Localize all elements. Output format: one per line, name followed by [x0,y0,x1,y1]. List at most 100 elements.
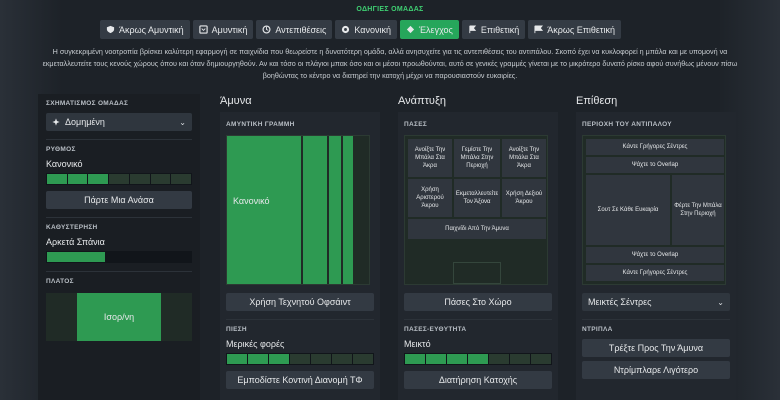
directness-slider[interactable] [404,353,552,365]
mentality-label: Άκρως Αμυντική [119,24,184,35]
tempo-slider[interactable] [46,173,192,185]
timewasting-slider[interactable] [46,251,192,263]
divider [46,217,192,218]
width-pitch[interactable]: Ισορ/νη [46,293,192,341]
slider-segment [489,354,509,364]
slider-segment [332,354,352,364]
team-settings-panel: ΣΧΗΜΑΤΙΣΜΟΣ ΟΜΑΔΑΣ Δομημένη ⌄ ΡΥΘΜΟΣ Καν… [38,94,200,400]
width-value: Ισορ/νη [103,312,135,322]
line-step [303,136,327,284]
slider-segment [248,354,268,364]
prevent-gk-distribution-button[interactable]: Εμποδίστε Κοντινή Διανομή ΤΦ [226,371,374,389]
defence-column: Άμυνα ΑΜΥΝΤΙΚΗ ΓΡΑΜΜΗ Κανονικό Χρήση Τεχ… [220,92,380,400]
defensive-line-zone [227,136,301,284]
mentality-label: Αντεπιθέσεις [275,24,327,35]
page-title: ΟΔΗΓΙΕΣ ΟΜΑΔΑΣ [356,6,424,13]
slider-segment [269,354,289,364]
retain-possession-button[interactable]: Διατήρηση Κατοχής [404,371,552,389]
zone-wide-right[interactable]: Ανοίξτε Την Μπάλα Στα Άκρα [502,139,546,177]
tempo-value: Κανονικό [46,159,83,169]
slider-segment [311,354,331,364]
in-possession-header: Ανάπτυξη [398,95,446,107]
directness-value: Μεικτό [404,339,431,349]
slider-segment [426,354,446,364]
slider-segment [171,174,192,184]
final-third-label: ΠΕΡΙΟΧΗ ΤΟΥ ΑΝΤΙΠΑΛΟΥ [582,121,672,128]
team-shape-value: Δομημένη [65,117,105,127]
attack-panel: ΠΕΡΙΟΧΗ ΤΟΥ ΑΝΤΙΠΑΛΟΥ Κάντε Γρήγορες Σέν… [576,112,736,400]
slider-segment [531,354,551,364]
defensive-line-pitch[interactable]: Κανονικό [226,135,370,285]
defence-panel: ΑΜΥΝΤΙΚΗ ΓΡΑΜΜΗ Κανονικό Χρήση Τεχνητού … [220,112,380,400]
zone-left-flank[interactable]: Χρήση Αριστερού Άκρου [408,179,452,217]
in-possession-panel: ΠΑΣΕΣ Ανοίξτε Την Μπάλα Στα Άκρα Γεμίστε… [398,112,558,400]
slider-segment [447,354,467,364]
breather-button[interactable]: Πάρτε Μια Ανάσα [46,191,192,209]
slider-segment [67,174,88,184]
passing-pitch: Ανοίξτε Την Μπάλα Στα Άκρα Γεμίστε Την Μ… [404,135,548,285]
defence-header: Άμυνα [220,95,252,107]
mentality-counter-button[interactable]: Αντεπιθέσεις [256,20,333,39]
slider-segment [227,354,247,364]
press-label: ΠΙΕΣΗ [226,326,247,333]
press-value: Μερικές φορές [226,339,285,349]
team-shape-select[interactable]: Δομημένη ⌄ [46,113,192,131]
gear-icon [52,118,60,126]
mentality-very-defensive-button[interactable]: Άκρως Αμυντική [100,20,190,39]
divider [46,139,192,140]
penalty-box [453,262,501,284]
pass-into-space-button[interactable]: Πάσες Στο Χώρο [404,293,552,311]
tempo-label: ΡΥΘΜΟΣ [46,146,76,153]
in-possession-column: Ανάπτυξη ΠΑΣΕΣ Ανοίξτε Την Μπάλα Στα Άκρ… [398,92,558,400]
slider-segment [129,174,150,184]
mentality-label: Αμυντική [211,24,248,35]
offside-trap-button[interactable]: Χρήση Τεχνητού Οφσάιντ [226,293,374,311]
mentality-balanced-button[interactable]: Κανονική [335,20,397,39]
final-third-pitch: Κάντε Γρήγορες Σέντρες Ψάχτε το Overlap … [582,135,726,285]
mentality-very-attacking-button[interactable]: Άκρως Επιθετική [528,20,621,39]
zone-shoot-on-sight[interactable]: Σουτ Σε Κάθε Ευκαιρία [586,175,670,245]
line-step [329,136,341,284]
press-slider[interactable] [226,353,374,365]
chevron-down-icon: ⌄ [717,297,724,307]
attack-header: Επίθεση [576,95,618,107]
zone-right-flank[interactable]: Χρήση Δεξιού Άκρου [502,179,546,217]
cross-type-select[interactable]: Μεικτές Σέντρες ⌄ [582,293,730,311]
zone-center-fill[interactable]: Γεμίστε Την Μπάλα Στην Περιοχή [454,139,500,177]
width-label: ΠΛΑΤΟΣ [46,278,74,285]
zone-wide-left[interactable]: Ανοίξτε Την Μπάλα Στα Άκρα [408,139,452,177]
zone-work-into-box[interactable]: Φέρτε Την Μπάλα Στην Περιοχή [672,175,724,245]
run-at-defence-button[interactable]: Τρέξτε Προς Την Άμυνα [582,339,730,357]
slider-segment [109,174,129,184]
directness-label: ΠΑΣΕΣ-ΕΥΘΥΤΗΤΑ [404,326,467,333]
balanced-icon [342,25,350,34]
very-attack-icon [534,25,544,34]
mentality-label: Έλεγχος [419,24,453,35]
zone-early-crosses-bottom[interactable]: Κάντε Γρήγορες Σέντρες [586,265,724,281]
zone-play-out-defence[interactable]: Παιχνίδι Από Την Άμυνα [408,219,546,239]
slider-segment [405,354,425,364]
cross-type-value: Μεικτές Σέντρες [588,297,652,307]
attack-column: Επίθεση ΠΕΡΙΟΧΗ ΤΟΥ ΑΝΤΙΠΑΛΟΥ Κάντε Γρήγ… [576,92,736,400]
zone-overlap-bottom[interactable]: Ψάχτε το Overlap [586,247,724,263]
zone-center[interactable]: Εκμεταλλευτείτε Τον Άξονα [454,179,500,217]
mentality-control-button[interactable]: Έλεγχος [400,20,459,39]
dribble-less-button[interactable]: Ντρίμπλαρε Λιγότερο [582,361,730,379]
divider [226,319,374,320]
mentality-label: Επιθετική [480,24,520,35]
chevron-down-icon: ⌄ [179,117,186,127]
defensive-line-label: ΑΜΥΝΤΙΚΗ ΓΡΑΜΜΗ [226,121,295,128]
shield-icon [198,25,208,34]
slider-segment [88,174,109,184]
shield-heart-icon [106,25,115,34]
slider-segment [290,354,310,364]
control-icon [406,25,415,34]
attack-icon [469,25,477,34]
zone-overlap-top[interactable]: Ψάχτε το Overlap [586,157,724,173]
passes-label: ΠΑΣΕΣ [404,121,428,128]
mentality-defensive-button[interactable]: Αμυντική [192,20,254,39]
mentality-label: Κανονική [354,24,391,35]
shape-label: ΣΧΗΜΑΤΙΣΜΟΣ ΟΜΑΔΑΣ [46,100,129,107]
zone-early-crosses-top[interactable]: Κάντε Γρήγορες Σέντρες [586,139,724,155]
mentality-attacking-button[interactable]: Επιθετική [461,20,526,39]
